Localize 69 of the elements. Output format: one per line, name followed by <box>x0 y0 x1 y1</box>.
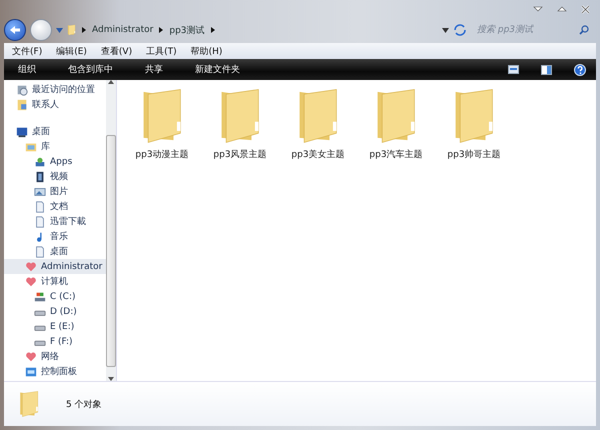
control-panel-icon <box>25 366 37 378</box>
menu-item[interactable]: 帮助(H) <box>190 44 222 58</box>
film-icon <box>34 170 46 182</box>
scrollbar[interactable] <box>106 80 116 381</box>
menu-item[interactable]: 编辑(E) <box>56 44 87 58</box>
item-count: 5 个对象 <box>66 398 102 410</box>
folder-name[interactable]: pp3美女主题 <box>291 148 345 161</box>
menu-item[interactable]: 文件(F) <box>12 44 42 58</box>
nav-item[interactable]: 计算机 <box>4 274 106 289</box>
nav-item[interactable]: 网络 <box>4 349 106 364</box>
command-button[interactable]: 共享 <box>145 63 163 76</box>
nav-item[interactable]: 图片 <box>4 184 106 199</box>
document-icon <box>34 246 46 258</box>
apps-icon <box>34 156 46 168</box>
chevron-icon[interactable] <box>210 27 215 33</box>
chevron-icon[interactable] <box>82 27 86 33</box>
document-icon <box>34 216 46 228</box>
heart-icon <box>25 260 37 272</box>
monitor-icon <box>16 126 28 138</box>
back-arrow-icon <box>9 25 21 35</box>
command-button[interactable]: 新建文件夹 <box>195 63 240 76</box>
library-icon <box>25 140 37 152</box>
search-field[interactable]: 搜索 pp3测试 <box>475 24 579 36</box>
search-icon[interactable] <box>579 25 589 35</box>
preview-pane-icon[interactable] <box>541 64 552 74</box>
nav-item[interactable]: 桌面 <box>4 244 106 259</box>
nav-item[interactable]: Administrator <box>4 259 106 274</box>
folder-icon <box>18 389 40 419</box>
recent-places-icon <box>16 84 28 96</box>
maximize-icon[interactable] <box>557 5 567 13</box>
menu-item[interactable]: 工具(T) <box>146 44 177 58</box>
refresh-icon[interactable] <box>453 24 467 36</box>
folder-name[interactable]: pp3风景主题 <box>213 148 267 161</box>
document-icon <box>34 200 46 212</box>
nav-item[interactable]: 最近访问的位置 <box>4 82 106 97</box>
close-icon[interactable] <box>581 4 590 14</box>
nav-item[interactable]: 联系人 <box>4 97 106 112</box>
dropdown-icon[interactable] <box>442 28 449 32</box>
command-button[interactable]: 包含到库中 <box>68 63 113 76</box>
nav-item[interactable]: 库 <box>4 139 106 154</box>
nav-item[interactable]: C (C:) <box>4 289 106 304</box>
nav-item[interactable]: 迅雷下載 <box>4 214 106 229</box>
nav-item[interactable]: 桌面 <box>4 124 106 139</box>
folder-name[interactable]: pp3动漫主题 <box>135 148 189 161</box>
breadcrumb-item[interactable]: Administrator <box>92 25 154 35</box>
folder-icon <box>67 24 76 36</box>
help-icon[interactable] <box>574 64 586 76</box>
back-button[interactable] <box>4 19 26 41</box>
chevron-icon[interactable] <box>159 27 164 33</box>
heart-icon <box>25 350 37 362</box>
nav-item[interactable]: 音乐 <box>4 229 106 244</box>
menu-item[interactable]: 查看(V) <box>100 44 132 58</box>
nav-item[interactable]: F (F:) <box>4 334 106 349</box>
drive-icon <box>34 290 46 302</box>
picture-icon <box>34 186 46 198</box>
nav-item[interactable]: 文档 <box>4 199 106 214</box>
heart-icon <box>25 276 37 288</box>
nav-item[interactable]: 控制面板 <box>4 364 106 379</box>
nav-item[interactable]: 视频 <box>4 169 106 184</box>
breadcrumb-item[interactable]: pp3测试 <box>169 24 205 36</box>
view-icon[interactable] <box>508 65 519 74</box>
command-button[interactable]: 组织 <box>18 63 36 76</box>
folder-name[interactable]: pp3汽车主题 <box>369 148 423 161</box>
nav-item[interactable]: Apps <box>4 154 106 169</box>
minimize-icon[interactable] <box>533 5 543 13</box>
nav-item[interactable]: E (E:) <box>4 319 106 334</box>
contacts-icon <box>16 98 28 110</box>
folder-name[interactable]: pp3帅哥主题 <box>447 148 501 161</box>
nav-item[interactable]: D (D:) <box>4 304 106 319</box>
